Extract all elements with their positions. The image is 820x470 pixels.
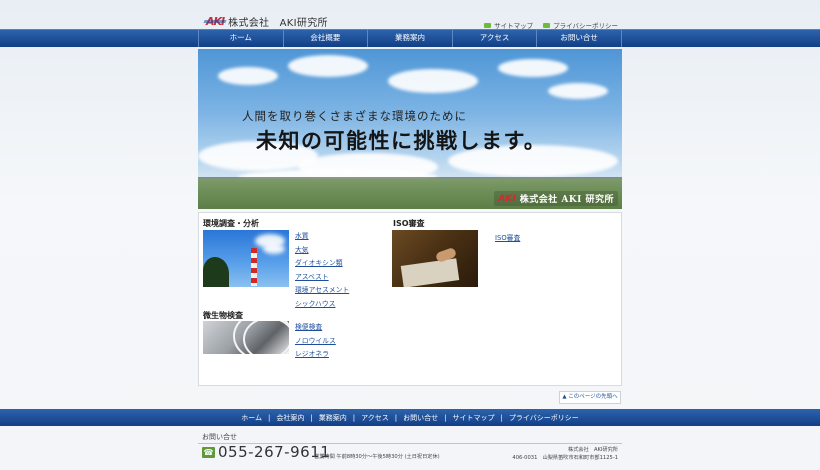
global-nav: ホーム 会社概要 業務案内 アクセス お問い合せ bbox=[198, 29, 622, 47]
hero-subtitle: 人間を取り巻くさまざまな環境のために bbox=[242, 109, 467, 123]
hero-brand-mark: AKI bbox=[498, 193, 516, 204]
tree bbox=[203, 257, 229, 287]
arrow-bullet-icon bbox=[543, 22, 551, 28]
nav-company[interactable]: 会社概要 bbox=[284, 29, 369, 47]
cloud bbox=[288, 55, 368, 77]
cloud bbox=[388, 69, 478, 93]
list-item: シックハウス bbox=[295, 298, 349, 312]
petri-dish bbox=[243, 321, 289, 354]
cloud bbox=[218, 67, 278, 85]
link-env-assessment[interactable]: 環境アセスメント bbox=[295, 286, 349, 294]
hero-brand-text: 株式会社 AKI 研究所 bbox=[519, 195, 614, 205]
cloud bbox=[498, 59, 568, 77]
arrow-bullet-icon bbox=[484, 22, 492, 28]
page-top-link[interactable]: ▲ このページの先頭へ bbox=[559, 391, 621, 404]
petri-dish-photo bbox=[203, 321, 289, 354]
list-item: ノロウイルス bbox=[295, 335, 336, 349]
footer-nav-privacy[interactable]: プライバシーポリシー bbox=[503, 413, 585, 423]
list-item: アスベスト bbox=[295, 271, 349, 285]
chimney-photo bbox=[203, 230, 289, 287]
footer-nav-sitemap[interactable]: サイトマップ bbox=[447, 413, 501, 423]
footer-nav-access[interactable]: アクセス bbox=[355, 413, 395, 423]
link-norovirus[interactable]: ノロウイルス bbox=[295, 337, 336, 345]
site-logo[interactable]: AKI 株式会社 AKI研究所 bbox=[206, 14, 328, 29]
link-dioxin[interactable]: ダイオキシン類 bbox=[295, 259, 343, 267]
nav-services[interactable]: 業務案内 bbox=[368, 29, 453, 47]
smoke bbox=[263, 244, 285, 254]
logo-text: 株式会社 AKI研究所 bbox=[228, 18, 328, 29]
phone-icon: ☎ bbox=[202, 447, 215, 458]
nav-home[interactable]: ホーム bbox=[198, 29, 284, 47]
footer-nav-home[interactable]: ホーム bbox=[235, 413, 268, 423]
footer-company-name: 株式会社 AKI研究所 bbox=[568, 447, 618, 453]
business-hours: 営業時間 午前8時30分〜午後5時30分 (土日祝日定休) bbox=[314, 454, 440, 460]
list-item: 検便検査 bbox=[295, 321, 336, 335]
list-item: ダイオキシン類 bbox=[295, 257, 349, 271]
link-stool-test[interactable]: 検便検査 bbox=[295, 323, 322, 331]
list-item: レジオネラ bbox=[295, 348, 336, 362]
link-legionella[interactable]: レジオネラ bbox=[295, 350, 329, 358]
hero-banner: 人間を取り巻くさまざまな環境のために 未知の可能性に挑戦します。 AKI 株式会… bbox=[198, 49, 622, 209]
nav-contact[interactable]: お問い合せ bbox=[537, 29, 622, 47]
footer-nav-company[interactable]: 会社案内 bbox=[270, 413, 310, 423]
services-panel: 環境調査・分析 水質 大気 ダイオキシン類 アスベスト 環境アセスメント シック… bbox=[198, 212, 622, 386]
micro-link-list: 検便検査 ノロウイルス レジオネラ bbox=[295, 321, 336, 362]
meeting-photo bbox=[392, 230, 478, 287]
link-air[interactable]: 大気 bbox=[295, 246, 309, 254]
paper bbox=[400, 258, 460, 287]
footer-nav-services[interactable]: 業務案内 bbox=[313, 413, 353, 423]
hero-title: 未知の可能性に挑戦します。 bbox=[256, 128, 547, 153]
cloud bbox=[548, 83, 608, 99]
link-sick-house[interactable]: シックハウス bbox=[295, 300, 335, 308]
link-iso-audit[interactable]: ISO審査 bbox=[495, 234, 520, 242]
list-item: 水質 bbox=[295, 230, 349, 244]
link-water[interactable]: 水質 bbox=[295, 232, 309, 240]
logo-mark: AKI bbox=[206, 15, 225, 28]
site-footer: お問い合せ ☎ 055-267-9611 営業時間 午前8時30分〜午後5時30… bbox=[198, 428, 622, 470]
list-item: 大気 bbox=[295, 244, 349, 258]
site-header: AKI 株式会社 AKI研究所 サイトマップ プライバシーポリシー bbox=[198, 0, 622, 30]
nav-access[interactable]: アクセス bbox=[453, 29, 538, 47]
link-asbestos[interactable]: アスベスト bbox=[295, 273, 329, 281]
list-item: 環境アセスメント bbox=[295, 284, 349, 298]
iso-section-title: ISO審査 bbox=[393, 219, 425, 228]
iso-link-list: ISO審査 bbox=[495, 232, 520, 246]
env-section-title: 環境調査・分析 bbox=[203, 219, 259, 228]
footer-nav-contact[interactable]: お問い合せ bbox=[397, 413, 444, 423]
list-item: ISO審査 bbox=[495, 232, 520, 246]
footer-nav: ホーム | 会社案内 | 業務案内 | アクセス | お問い合せ | サイトマッ… bbox=[0, 409, 820, 426]
chimney bbox=[251, 248, 257, 286]
hero-brand: AKI 株式会社 AKI 研究所 bbox=[494, 191, 618, 206]
contact-label: お問い合せ bbox=[202, 433, 237, 441]
footer-address: 406-0031 山梨県笛吹市石和町市部1125-1 bbox=[512, 455, 618, 461]
env-link-list: 水質 大気 ダイオキシン類 アスベスト 環境アセスメント シックハウス bbox=[295, 230, 349, 311]
micro-section-title: 微生物検査 bbox=[203, 311, 243, 320]
